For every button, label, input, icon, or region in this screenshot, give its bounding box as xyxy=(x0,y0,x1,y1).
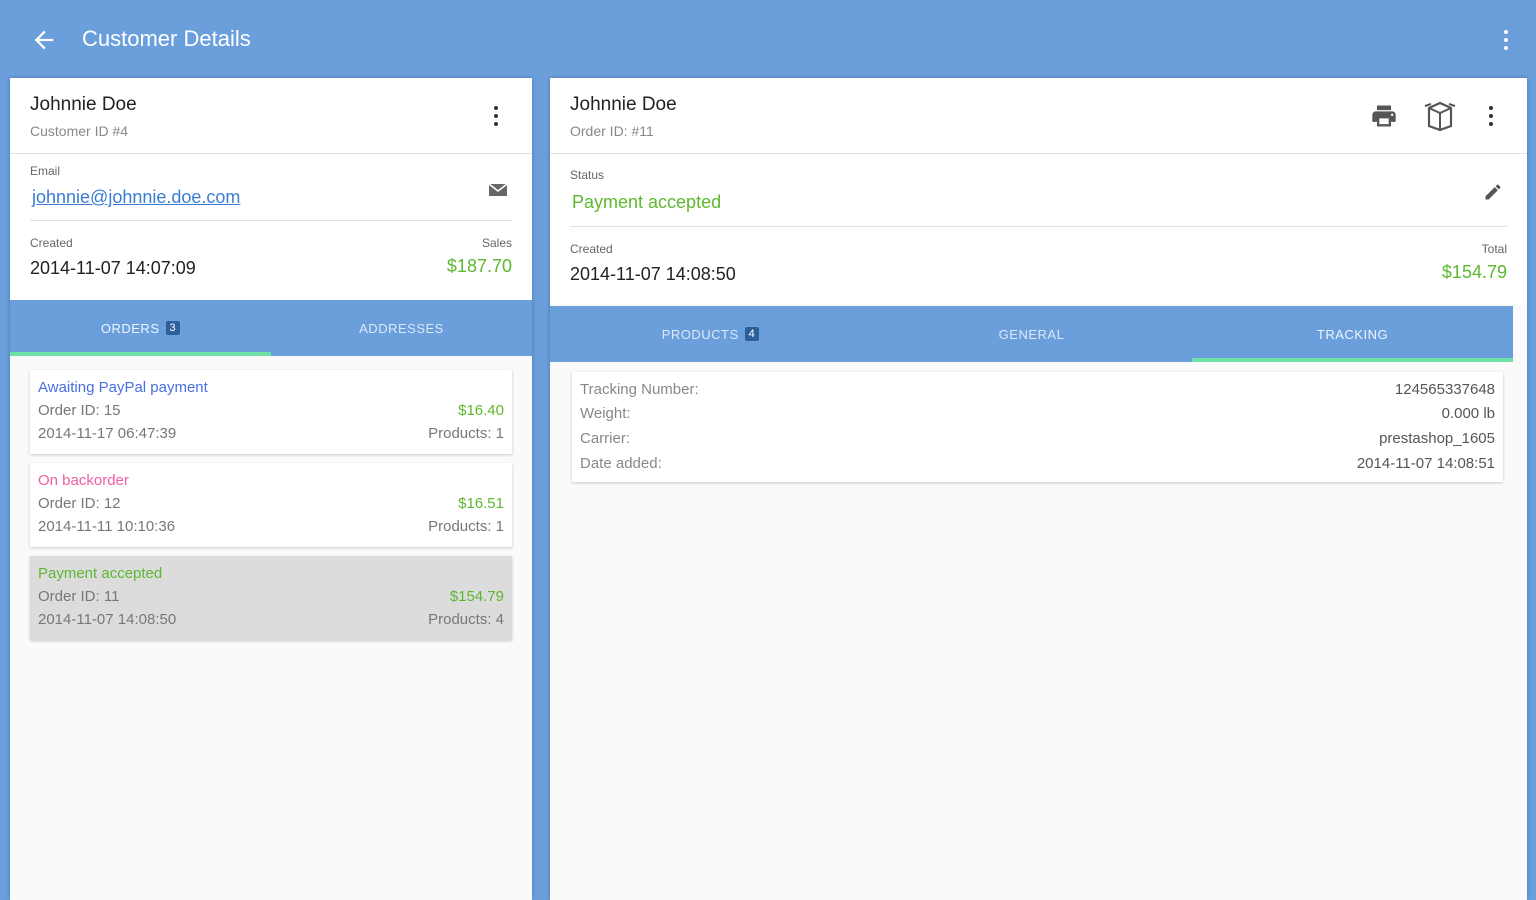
order-id-label: Order ID: #11 xyxy=(570,123,654,139)
tab-general[interactable]: GENERAL xyxy=(871,306,1192,362)
order-id: Order ID: 15 xyxy=(38,402,121,419)
tab-label: GENERAL xyxy=(998,326,1065,342)
tab-products[interactable]: PRODUCTS 4 xyxy=(550,306,871,362)
order-products: Products: 1 xyxy=(428,425,504,442)
order-date: 2014-11-07 14:08:50 xyxy=(38,611,177,628)
divider xyxy=(30,220,512,221)
email-link[interactable]: johnnie@johnnie.doe.com xyxy=(32,187,240,208)
tracking-row: Weight: 0.000 lb xyxy=(580,405,1495,427)
tracking-row: Date added: 2014-11-07 14:08:51 xyxy=(580,455,1495,477)
order-customer-name: Johnnie Doe xyxy=(570,94,677,115)
status-label: Status xyxy=(570,168,605,182)
order-menu-icon[interactable] xyxy=(1481,102,1501,130)
print-icon[interactable] xyxy=(1369,102,1399,130)
tracking-key: Date added: xyxy=(580,455,662,472)
tab-tracking[interactable]: TRACKING xyxy=(1192,306,1513,362)
order-status: On backorder xyxy=(38,472,129,489)
tab-addresses[interactable]: ADDRESSES xyxy=(271,300,532,356)
status-value: Payment accepted xyxy=(572,192,722,212)
order-products: Products: 1 xyxy=(428,518,504,535)
order-info: Status Payment accepted Created 2014-11-… xyxy=(550,154,1527,304)
app-title: Customer Details xyxy=(82,26,251,51)
tab-label: PRODUCTS xyxy=(661,326,739,342)
order-id: Order ID: 12 xyxy=(38,495,121,512)
back-arrow-icon[interactable] xyxy=(30,26,58,54)
edit-pencil-icon[interactable] xyxy=(1483,182,1503,202)
tracking-value: 2014-11-07 14:08:51 xyxy=(1356,455,1495,472)
order-date: 2014-11-17 06:47:39 xyxy=(38,425,177,442)
order-card-selected[interactable]: Payment accepted Order ID: 11 2014-11-07… xyxy=(30,556,512,640)
shipping-box-icon[interactable] xyxy=(1423,100,1457,132)
customer-header: Johnnie Doe Customer ID #4 xyxy=(10,78,532,154)
email-label: Email xyxy=(30,164,61,178)
customer-menu-icon[interactable] xyxy=(486,102,506,130)
order-header: Johnnie Doe Order ID: #11 xyxy=(550,78,1527,154)
tracking-value: 0.000 lb xyxy=(1441,405,1495,422)
order-amount: $16.40 xyxy=(458,402,504,419)
tracking-card: Tracking Number: 124565337648 Weight: 0.… xyxy=(572,372,1503,482)
mail-icon[interactable] xyxy=(488,182,508,198)
divider xyxy=(570,226,1507,227)
tracking-row: Tracking Number: 124565337648 xyxy=(580,381,1495,403)
customer-pane: Johnnie Doe Customer ID #4 Email johnnie… xyxy=(10,78,532,900)
order-amount: $16.51 xyxy=(458,495,504,512)
created-label: Created xyxy=(570,242,613,256)
order-tabs: PRODUCTS 4 GENERAL TRACKING xyxy=(550,306,1513,362)
tracking-key: Carrier: xyxy=(580,430,631,447)
order-status: Awaiting PayPal payment xyxy=(38,379,208,396)
sales-value: $187.70 xyxy=(446,256,512,276)
created-value: 2014-11-07 14:07:09 xyxy=(30,258,196,278)
order-id: Order ID: 11 xyxy=(38,588,120,605)
tab-label: TRACKING xyxy=(1316,326,1389,342)
order-card[interactable]: Awaiting PayPal payment Order ID: 15 201… xyxy=(30,370,512,454)
tab-label: ORDERS xyxy=(100,320,160,336)
tracking-row: Carrier: prestashop_1605 xyxy=(580,430,1495,452)
tab-label: ADDRESSES xyxy=(359,320,444,336)
customer-info: Email johnnie@johnnie.doe.com Created 20… xyxy=(10,154,532,300)
order-card[interactable]: On backorder Order ID: 12 2014-11-11 10:… xyxy=(30,463,512,547)
created-value: 2014-11-07 14:08:50 xyxy=(570,264,736,284)
customer-id: Customer ID #4 xyxy=(30,123,129,139)
customer-tabs: ORDERS 3 ADDRESSES xyxy=(10,300,532,356)
tracking-key: Weight: xyxy=(580,405,631,422)
tracking-key: Tracking Number: xyxy=(580,381,699,398)
customer-name: Johnnie Doe xyxy=(30,94,137,115)
tab-orders[interactable]: ORDERS 3 xyxy=(10,300,271,356)
created-label: Created xyxy=(30,236,73,250)
app-bar: Customer Details xyxy=(0,0,1536,78)
order-pane: Johnnie Doe Order ID: #11 Status Payment… xyxy=(550,78,1527,900)
overflow-menu-icon[interactable] xyxy=(1496,24,1516,56)
order-products: Products: 4 xyxy=(428,611,504,628)
total-value: $154.79 xyxy=(1441,262,1507,282)
order-date: 2014-11-11 10:10:36 xyxy=(38,518,176,535)
order-status: Payment accepted xyxy=(38,565,163,582)
tracking-value: prestashop_1605 xyxy=(1379,430,1495,447)
tracking-value: 124565337648 xyxy=(1394,381,1495,398)
products-count-badge: 4 xyxy=(744,327,760,341)
sales-label: Sales xyxy=(481,236,512,250)
total-label: Total xyxy=(1481,242,1507,256)
orders-count-badge: 3 xyxy=(165,321,181,335)
order-amount: $154.79 xyxy=(449,588,504,605)
